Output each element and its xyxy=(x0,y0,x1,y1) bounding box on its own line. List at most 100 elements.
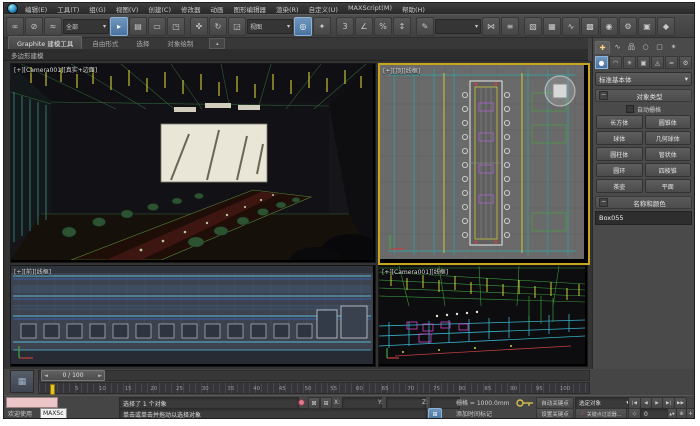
viewport-front-wireframe[interactable]: [+][前][线框] xyxy=(10,265,376,367)
mini-curve-editor-button[interactable]: ▦ xyxy=(10,370,34,393)
select-and-link-icon[interactable]: ∞ xyxy=(6,17,24,36)
set-key-button[interactable]: 设置关键点 xyxy=(536,408,574,419)
viewport-top-wireframe[interactable]: [+][顶][线框] xyxy=(378,63,590,265)
render-icon[interactable]: ◆ xyxy=(657,17,675,36)
systems-icon[interactable]: ⚙ xyxy=(679,56,692,69)
create-tab-icon[interactable]: ✚ xyxy=(595,41,610,54)
use-pivot-center-icon[interactable]: ◎ xyxy=(294,17,312,36)
pan-icon[interactable]: ✛ xyxy=(686,408,695,419)
menu-item[interactable]: 视图(V) xyxy=(116,4,139,14)
angle-snap-icon[interactable]: ∠ xyxy=(355,17,373,36)
viewport-front-wireframe-canvas[interactable] xyxy=(11,266,373,364)
primitive-button[interactable]: 几何球体 xyxy=(645,131,692,145)
material-editor-icon[interactable]: ◉ xyxy=(600,17,618,36)
geometry-icon[interactable]: ● xyxy=(595,56,608,69)
menu-item[interactable]: 组(G) xyxy=(89,4,106,14)
ref-coord-dropdown[interactable]: 视图▾ xyxy=(247,19,293,34)
viewport-label[interactable]: [+][Camera001][线框] xyxy=(382,267,448,276)
viewport-camera-wireframe[interactable]: [+][Camera001][线框] xyxy=(378,265,588,367)
track-bar[interactable]: 5101520253035404550556065707580859095100 xyxy=(38,382,590,394)
lights-icon[interactable]: ☀ xyxy=(623,56,636,69)
tab-freeform[interactable]: 自由形式 xyxy=(84,37,126,49)
object-name-field[interactable]: Box055 xyxy=(595,211,692,225)
primitive-button[interactable]: 圆柱体 xyxy=(596,147,643,161)
autogrid-checkbox[interactable] xyxy=(626,105,634,113)
pin-icon[interactable] xyxy=(298,397,305,407)
macro-recorder-row[interactable] xyxy=(6,397,58,408)
cameras-icon[interactable]: ▣ xyxy=(637,56,650,69)
primitive-button[interactable]: 圆环 xyxy=(596,163,643,177)
named-sets-dropdown[interactable]: ▾ xyxy=(435,19,481,34)
select-and-move-icon[interactable]: ✜ xyxy=(190,17,208,36)
menu-item[interactable]: 修改器 xyxy=(181,4,201,14)
prev-frame-arrow-icon[interactable]: ◄ xyxy=(42,373,50,379)
viewport-label[interactable]: [+][顶][线框] xyxy=(383,66,420,75)
spacewarps-icon[interactable]: ≈ xyxy=(665,56,678,69)
align-icon[interactable]: ≡ xyxy=(501,17,519,36)
menu-item[interactable]: 动画 xyxy=(211,4,224,14)
name-color-rollout[interactable]: − 名称和颜色 xyxy=(595,196,692,209)
hierarchy-tab-icon[interactable]: 品 xyxy=(625,41,638,53)
selection-lock-toggle-icon[interactable]: ⊞ xyxy=(428,408,442,419)
object-type-rollout[interactable]: − 对象类型 xyxy=(595,89,692,102)
display-tab-icon[interactable]: ▢ xyxy=(653,41,666,53)
next-frame-arrow-icon[interactable]: ► xyxy=(96,373,104,379)
select-and-manipulate-icon[interactable]: ✦ xyxy=(313,17,331,36)
viewport-camera-shaded[interactable]: [+][Camera001][真实+边面] xyxy=(10,63,376,263)
time-slider-handle[interactable]: ◄ 0 / 100 ► xyxy=(41,370,105,381)
max-logo-icon[interactable] xyxy=(7,3,18,14)
graphite-toggle-icon[interactable]: ▦ xyxy=(543,17,561,36)
motion-tab-icon[interactable]: ○ xyxy=(639,41,652,53)
menu-item[interactable]: 编辑(E) xyxy=(25,4,47,14)
rendered-frame-icon[interactable]: ▣ xyxy=(638,17,656,36)
menu-item[interactable]: 创建(C) xyxy=(148,4,171,14)
tab-object-paint[interactable]: 对象绘制 xyxy=(159,37,201,49)
menu-item[interactable]: 图形编辑器 xyxy=(234,4,267,14)
spinner-snap-icon[interactable]: ↕ xyxy=(393,17,411,36)
window-crossing-icon[interactable]: ◳ xyxy=(167,17,185,36)
unlink-selection-icon[interactable]: ⊘ xyxy=(25,17,43,36)
mirror-icon[interactable]: ⋈ xyxy=(482,17,500,36)
viewport-camera-wireframe-canvas[interactable] xyxy=(379,266,585,364)
curve-editor-icon[interactable]: ∿ xyxy=(562,17,580,36)
select-and-scale-icon[interactable]: ◲ xyxy=(228,17,246,36)
menu-item[interactable]: 渲染(R) xyxy=(276,4,299,14)
menu-item[interactable]: MAXScript(M) xyxy=(348,4,392,14)
select-by-name-icon[interactable]: ▤ xyxy=(129,17,147,36)
viewport-label[interactable]: [+][Camera001][真实+边面] xyxy=(14,65,97,74)
select-and-rotate-icon[interactable]: ↻ xyxy=(209,17,227,36)
lock-selection-icon[interactable]: ⊠ xyxy=(308,397,320,409)
utilities-tab-icon[interactable]: ✶ xyxy=(667,41,680,53)
listener-tag[interactable]: MAXSc xyxy=(40,408,67,419)
current-frame-marker[interactable] xyxy=(50,384,55,395)
bind-to-space-warp-icon[interactable]: ≈ xyxy=(44,17,62,36)
edit-named-sets-icon[interactable]: ✎ xyxy=(416,17,434,36)
rect-selection-region-icon[interactable]: ▭ xyxy=(148,17,166,36)
add-time-tag[interactable]: 添加时间标记 xyxy=(456,408,492,418)
tab-graphite[interactable]: Graphite 建模工具 xyxy=(8,36,82,49)
ribbon-panel-strip[interactable]: 多边形建模 xyxy=(4,50,588,61)
selection-filter-dropdown[interactable]: 全部▾ xyxy=(63,19,109,34)
tab-selection[interactable]: 选择 xyxy=(128,37,157,49)
schematic-view-icon[interactable]: ▩ xyxy=(581,17,599,36)
abs-offset-toggle-icon[interactable]: ⊞ xyxy=(320,397,332,409)
helpers-icon[interactable]: ◬ xyxy=(651,56,664,69)
y-coord-field[interactable] xyxy=(386,397,426,409)
menu-item[interactable]: 自定义(U) xyxy=(309,4,338,14)
primitive-button[interactable]: 茶壶 xyxy=(596,179,643,193)
render-setup-icon[interactable]: ⚙ xyxy=(619,17,637,36)
primitive-button[interactable]: 长方体 xyxy=(596,115,643,129)
layer-manager-icon[interactable]: ▧ xyxy=(524,17,542,36)
snap-toggle-icon[interactable]: 3 xyxy=(336,17,354,36)
percent-snap-icon[interactable]: % xyxy=(374,17,392,36)
primitive-category-dropdown[interactable]: 标准基本体 ▾ xyxy=(595,72,692,86)
primitive-button[interactable]: 四棱锥 xyxy=(645,163,692,177)
primitive-button[interactable]: 圆锥体 xyxy=(645,115,692,129)
viewport-camera-shaded-canvas[interactable] xyxy=(11,64,373,260)
ribbon-minimize-icon[interactable]: ▴ xyxy=(209,38,225,49)
primitive-button[interactable]: 管状体 xyxy=(645,147,692,161)
viewport-top-wireframe-canvas[interactable] xyxy=(380,65,584,259)
menu-item[interactable]: 帮助(H) xyxy=(402,4,425,14)
key-filters-button[interactable]: ✓ 关键点过滤器... xyxy=(575,408,627,419)
modify-tab-icon[interactable]: ∿ xyxy=(611,41,624,53)
